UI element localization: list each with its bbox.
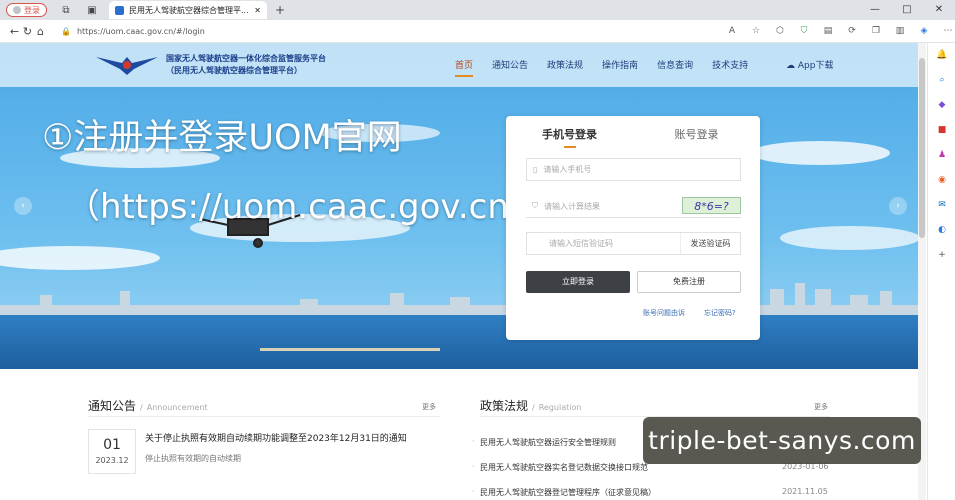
lock-icon: 🔒	[61, 26, 71, 36]
active-tab[interactable]: 民用无人驾驶航空器综合管理平... ✕	[109, 1, 267, 19]
split-screen-icon[interactable]: ▥	[893, 26, 907, 36]
copilot-icon[interactable]: ◈	[917, 26, 931, 36]
refresh-icon[interactable]: ↻	[21, 25, 34, 38]
carousel-prev-icon[interactable]: ‹	[14, 197, 32, 215]
maximize-button[interactable]: □	[891, 0, 923, 20]
login-button[interactable]: 立即登录	[526, 271, 630, 293]
phone-input[interactable]: ▯ 请输入手机号	[526, 158, 741, 181]
search-icon[interactable]: ⌕	[928, 68, 955, 93]
caac-logo-icon	[96, 57, 158, 75]
captcha-input[interactable]: ⛉ 请输入计算结果 8*6=?	[526, 195, 741, 218]
app-download-link[interactable]: ☁ App下载	[786, 58, 833, 71]
minimize-button[interactable]: —	[859, 0, 891, 20]
add-icon[interactable]: +	[928, 243, 955, 268]
site-favicon-icon	[115, 5, 124, 15]
site-header: 国家无人驾驶航空器一体化综合监管服务平台 （民用无人驾驶航空器综合管理平台） 首…	[0, 43, 918, 87]
new-tab-button[interactable]: +	[275, 3, 285, 17]
main-nav: 首页 通知公告 政策法规 操作指南 信息查询 技术支持	[455, 58, 748, 77]
sync-icon[interactable]: ⟳	[845, 26, 859, 36]
close-tab-icon[interactable]: ✕	[254, 6, 261, 15]
toolbox-icon[interactable]: ■	[928, 118, 955, 143]
collections-icon[interactable]: ❐	[869, 26, 883, 36]
step-caption: ①注册并登录UOM官网	[42, 118, 402, 158]
tag-icon[interactable]: ◆	[928, 93, 955, 118]
profile-button[interactable]: 登录	[6, 3, 47, 17]
browser-tab-bar: 登录 ⧉ ▣ 民用无人驾驶航空器综合管理平... ✕ + — □ ✕	[0, 0, 955, 20]
tab-actions-icon[interactable]: ▣	[85, 3, 99, 17]
favorite-star-icon[interactable]: ☆	[749, 26, 763, 36]
hero-banner: 国家无人驾驶航空器一体化综合监管服务平台 （民用无人驾驶航空器综合管理平台） 首…	[0, 43, 918, 369]
nav-info-query[interactable]: 信息查询	[657, 58, 693, 71]
avatar-icon	[13, 6, 21, 14]
site-title: 国家无人驾驶航空器一体化综合监管服务平台 （民用无人驾驶航空器综合管理平台）	[166, 54, 326, 75]
captcha-image[interactable]: 8*6=?	[682, 197, 741, 214]
tab-account-login[interactable]: 账号登录	[633, 126, 760, 142]
divider	[88, 416, 440, 417]
more-menu-icon[interactable]: ⋯	[941, 26, 955, 36]
read-aloud-icon[interactable]: A	[725, 26, 739, 36]
bell-icon[interactable]: 🔔	[928, 43, 955, 68]
games-icon[interactable]: ♟	[928, 143, 955, 168]
nav-notices[interactable]: 通知公告	[492, 58, 528, 71]
home-icon[interactable]: ⌂	[34, 25, 47, 38]
notice-date: 01 2023.12	[88, 429, 136, 474]
nav-tech-support[interactable]: 技术支持	[712, 58, 748, 71]
register-button[interactable]: 免费注册	[637, 271, 741, 293]
policy-item[interactable]: 民用无人驾驶航空器实名登记数据交换接口规范	[472, 462, 648, 473]
scrollbar-thumb[interactable]	[919, 58, 925, 238]
extension-icon[interactable]: ⬡	[773, 26, 787, 36]
back-icon[interactable]: ←	[8, 25, 21, 38]
edge-sidebar: 🔔 ⌕ ◆ ■ ♟ ◉ ✉ ◐ +	[927, 43, 955, 500]
policy-item[interactable]: 民用无人驾驶航空器登记管理程序（征求意见稿）	[472, 487, 656, 498]
tab-phone-login[interactable]: 手机号登录	[506, 126, 633, 148]
login-panel: 手机号登录 账号登录 ▯ 请输入手机号 ⛉ 请输入计算结果 8*6=? 请输入短…	[506, 116, 760, 340]
watermark-text: triple-bet-sanys.com	[643, 417, 921, 464]
policy-more-link[interactable]: 更多	[814, 402, 828, 412]
address-bar-row: ← ↻ ⌂ 🔒 https://uom.caac.gov.cn/#/login …	[0, 20, 955, 43]
nav-home[interactable]: 首页	[455, 58, 474, 77]
profile-label: 登录	[24, 5, 40, 15]
drop-icon[interactable]: ◐	[928, 218, 955, 243]
notice-more-link[interactable]: 更多	[422, 402, 436, 412]
forgot-password-link[interactable]: 忘记密码?	[704, 308, 736, 318]
url-text: https://uom.caac.gov.cn/#/login	[76, 26, 205, 36]
wallet-icon[interactable]: ▤	[821, 26, 835, 36]
tab-title: 民用无人驾驶航空器综合管理平...	[129, 5, 249, 15]
sms-code-input[interactable]: 请输入短信验证码 发送验证码	[526, 232, 741, 255]
nav-guide[interactable]: 操作指南	[602, 58, 638, 71]
send-code-button[interactable]: 发送验证码	[680, 233, 740, 254]
notice-title-link[interactable]: 关于停止执照有效期自动续期功能调整至2023年12月31日的通知	[145, 431, 407, 444]
carousel-next-icon[interactable]: ›	[889, 197, 907, 215]
notice-description: 停止执照有效期的自动续期	[145, 454, 241, 463]
phone-icon: ▯	[533, 165, 538, 174]
account-issue-link[interactable]: 账号问题由诉	[643, 308, 685, 318]
policy-item[interactable]: 民用无人驾驶航空器运行安全管理规则	[472, 437, 616, 448]
policy-heading: 政策法规 / Regulation	[480, 399, 582, 413]
url-caption: （https://uom.caac.gov.cn/）	[66, 187, 555, 227]
shield-small-icon: ⛉	[532, 201, 538, 210]
nav-policies[interactable]: 政策法规	[547, 58, 583, 71]
url-field[interactable]: 🔒 https://uom.caac.gov.cn/#/login	[55, 23, 695, 40]
cloud-download-icon: ☁	[786, 61, 795, 71]
policy-date: 2021.11.05	[782, 487, 828, 496]
notice-heading: 通知公告 / Announcement	[88, 399, 208, 413]
office-icon[interactable]: ◉	[928, 168, 955, 193]
close-window-button[interactable]: ✕	[923, 0, 955, 20]
workspaces-icon[interactable]: ⧉	[59, 3, 73, 17]
shield-icon[interactable]: ⛉	[797, 26, 811, 36]
outlook-icon[interactable]: ✉	[928, 193, 955, 218]
